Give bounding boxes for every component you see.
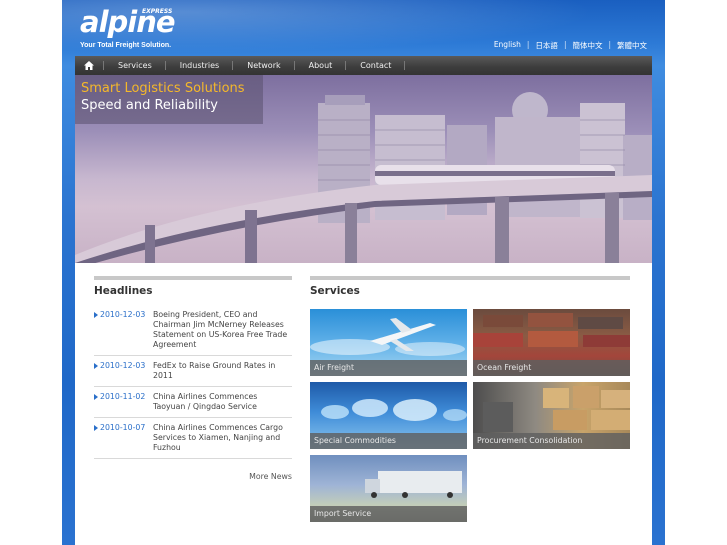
shipping-container-icon — [473, 313, 630, 347]
service-label: Ocean Freight — [473, 360, 630, 376]
lang-english[interactable]: English — [494, 40, 521, 51]
hero-banner: Smart Logistics Solutions Speed and Reli… — [75, 75, 652, 263]
lang-traditional-chinese[interactable]: 繁體中文 — [617, 40, 647, 51]
nav-contact[interactable]: Contact — [346, 56, 406, 75]
service-tile-ocean-freight[interactable]: Ocean Freight — [473, 309, 630, 376]
services-section-header: Services — [310, 276, 630, 297]
news-title[interactable]: Boeing President, CEO and Chairman Jim M… — [153, 310, 292, 350]
nav-about[interactable]: About — [295, 56, 347, 75]
news-item[interactable]: 2010-10-07 China Airlines Commences Carg… — [94, 418, 292, 459]
service-tile-import-service[interactable]: Import Service — [310, 455, 467, 522]
warehouse-boxes-icon — [483, 386, 630, 432]
service-label: Procurement Consolidation — [473, 433, 630, 449]
lang-separator: | — [608, 40, 611, 49]
news-date[interactable]: 2010-11-02 — [94, 392, 153, 412]
service-tile-procurement-consolidation[interactable]: Procurement Consolidation — [473, 382, 630, 449]
hero-title: Smart Logistics Solutions — [81, 81, 245, 96]
news-date[interactable]: 2010-12-03 — [94, 310, 153, 350]
lang-japanese[interactable]: 日本語 — [535, 40, 558, 51]
nav-industries[interactable]: Industries — [166, 56, 234, 75]
hero-subtitle: Speed and Reliability — [81, 98, 218, 113]
nav-network[interactable]: Network — [233, 56, 296, 75]
hero-text-panel: Smart Logistics Solutions Speed and Reli… — [75, 75, 263, 124]
content-panel: Headlines 2010-12-03 Boeing President, C… — [75, 263, 652, 545]
service-label: Special Commodities — [310, 433, 467, 449]
site-logo[interactable]: alpine EXPRESS Your Total Freight Soluti… — [80, 6, 176, 49]
news-item[interactable]: 2010-11-02 China Airlines Commences Taoy… — [94, 387, 292, 418]
language-selector: English | 日本語 | 簡体中文 | 繁體中文 — [494, 40, 647, 51]
airplane-icon — [310, 318, 465, 356]
logo-tagline: Your Total Freight Solution. — [80, 42, 172, 49]
news-title[interactable]: China Airlines Commences Taoyuan / Qingd… — [153, 392, 292, 412]
water-droplets-icon — [321, 399, 467, 421]
more-news-link[interactable]: More News — [94, 472, 292, 481]
headlines-heading: Headlines — [94, 285, 153, 297]
page-container: alpine EXPRESS Your Total Freight Soluti… — [62, 0, 665, 545]
lang-separator: | — [526, 40, 530, 49]
news-list: 2010-12-03 Boeing President, CEO and Cha… — [94, 305, 292, 459]
headlines-section-header: Headlines — [94, 276, 292, 297]
main-nav: Services Industries Network About Contac… — [75, 56, 652, 75]
lang-simplified-chinese[interactable]: 簡体中文 — [572, 40, 602, 51]
news-item[interactable]: 2010-12-03 Boeing President, CEO and Cha… — [94, 305, 292, 356]
news-title[interactable]: China Airlines Commences Cargo Services … — [153, 423, 292, 453]
nav-services[interactable]: Services — [104, 56, 166, 75]
home-icon — [84, 61, 94, 70]
logo-badge: EXPRESS — [142, 8, 173, 15]
service-tile-special-commodities[interactable]: Special Commodities — [310, 382, 467, 449]
service-tile-air-freight[interactable]: Air Freight — [310, 309, 467, 376]
news-date[interactable]: 2010-12-03 — [94, 361, 153, 381]
service-label: Air Freight — [310, 360, 467, 376]
news-date[interactable]: 2010-10-07 — [94, 423, 153, 453]
truck-icon — [365, 471, 462, 498]
lang-separator: | — [563, 40, 567, 49]
services-heading: Services — [310, 285, 360, 297]
news-item[interactable]: 2010-12-03 FedEx to Raise Ground Rates i… — [94, 356, 292, 387]
news-title[interactable]: FedEx to Raise Ground Rates in 2011 — [153, 361, 292, 381]
nav-home[interactable] — [75, 56, 103, 75]
service-label: Import Service — [310, 506, 467, 522]
